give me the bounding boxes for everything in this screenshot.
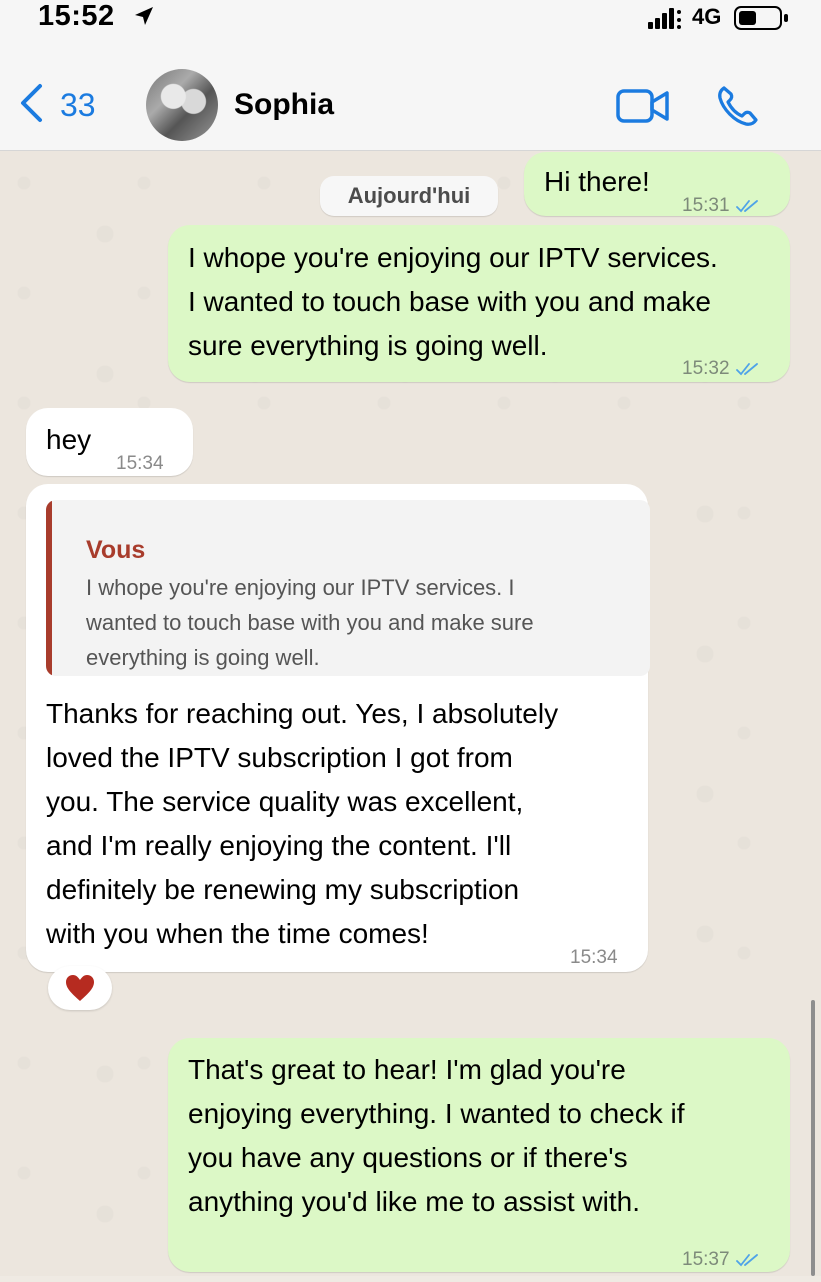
message-meta: 15:31 bbox=[682, 184, 758, 228]
message-time-text: 15:34 bbox=[570, 947, 618, 968]
double-check-icon bbox=[735, 1254, 758, 1267]
video-call-button[interactable] bbox=[616, 88, 670, 129]
unread-count: 33 bbox=[60, 86, 96, 123]
quote-line: I whope you're enjoying our IPTV service… bbox=[86, 575, 515, 600]
outgoing-message[interactable]: I whope you're enjoying our IPTV service… bbox=[168, 225, 790, 382]
chevron-left-icon bbox=[18, 83, 44, 128]
video-camera-icon bbox=[616, 89, 669, 123]
quote-line: everything is going well. bbox=[86, 645, 320, 670]
scrollbar[interactable] bbox=[811, 1000, 815, 1276]
quote-bar bbox=[46, 500, 52, 676]
signal-icon bbox=[648, 8, 684, 35]
message-line: That's great to hear! I'm glad you're bbox=[188, 1054, 626, 1085]
incoming-message[interactable]: hey 15:34 bbox=[26, 408, 193, 476]
quote-author: Vous bbox=[86, 536, 146, 564]
back-button[interactable]: 33 bbox=[18, 80, 96, 130]
voice-call-button[interactable] bbox=[716, 84, 760, 133]
location-arrow-icon bbox=[132, 4, 156, 33]
message-time: 15:34 bbox=[116, 442, 164, 486]
status-bar: 15:52 4G bbox=[0, 0, 821, 36]
message-line: enjoying everything. I wanted to check i… bbox=[188, 1098, 685, 1129]
message-meta: 15:37 bbox=[682, 1238, 758, 1282]
contact-name[interactable]: Sophia bbox=[234, 88, 334, 122]
avatar[interactable] bbox=[146, 69, 218, 141]
quoted-message[interactable]: Vous I whope you're enjoying our IPTV se… bbox=[46, 500, 650, 676]
outgoing-message[interactable]: Hi there! 15:31 bbox=[524, 152, 790, 216]
message-line: I whope you're enjoying our IPTV service… bbox=[188, 242, 718, 273]
network-type: 4G bbox=[692, 4, 722, 29]
quote-line: wanted to touch base with you and make s… bbox=[86, 610, 534, 635]
double-check-icon bbox=[735, 363, 758, 376]
message-text: Hi there! bbox=[544, 166, 650, 197]
incoming-message[interactable]: Vous I whope you're enjoying our IPTV se… bbox=[26, 484, 650, 972]
message-time: 15:32 bbox=[682, 358, 730, 379]
date-separator: Aujourd'hui bbox=[320, 176, 498, 216]
message-line: I wanted to touch base with you and make bbox=[188, 286, 711, 317]
message-line: loved the IPTV subscription I got from bbox=[46, 742, 513, 773]
message-line: Thanks for reaching out. Yes, I absolute… bbox=[46, 698, 559, 729]
message-reaction[interactable] bbox=[48, 966, 112, 1010]
status-time: 15:52 bbox=[38, 0, 115, 32]
heart-icon bbox=[66, 975, 94, 1001]
battery-icon bbox=[734, 6, 790, 35]
message-time: 15:37 bbox=[682, 1249, 730, 1270]
message-line: you have any questions or if there's bbox=[188, 1142, 628, 1173]
message-text: That's great to hear! I'm glad you're en… bbox=[188, 1048, 778, 1224]
message-text: hey bbox=[46, 424, 92, 455]
message-time: 15:34 bbox=[570, 936, 618, 980]
message-line: definitely be renewing my subscription bbox=[46, 874, 520, 905]
outgoing-message[interactable]: That's great to hear! I'm glad you're en… bbox=[168, 1038, 790, 1272]
message-text: Thanks for reaching out. Yes, I absolute… bbox=[46, 692, 636, 956]
quote-text: I whope you're enjoying our IPTV service… bbox=[86, 570, 646, 675]
double-check-icon bbox=[735, 200, 758, 213]
message-time-text: 15:34 bbox=[116, 453, 164, 474]
message-line: with you when the time comes! bbox=[46, 918, 429, 949]
message-line: you. The service quality was excellent, bbox=[46, 786, 524, 817]
message-meta: 15:32 bbox=[682, 347, 758, 391]
message-line: and I'm really enjoying the content. I'l… bbox=[46, 830, 512, 861]
phone-icon bbox=[718, 86, 758, 126]
message-time: 15:31 bbox=[682, 195, 730, 216]
message-line: anything you'd like me to assist with. bbox=[188, 1186, 641, 1217]
chat-header: 33 Sophia bbox=[0, 36, 821, 151]
